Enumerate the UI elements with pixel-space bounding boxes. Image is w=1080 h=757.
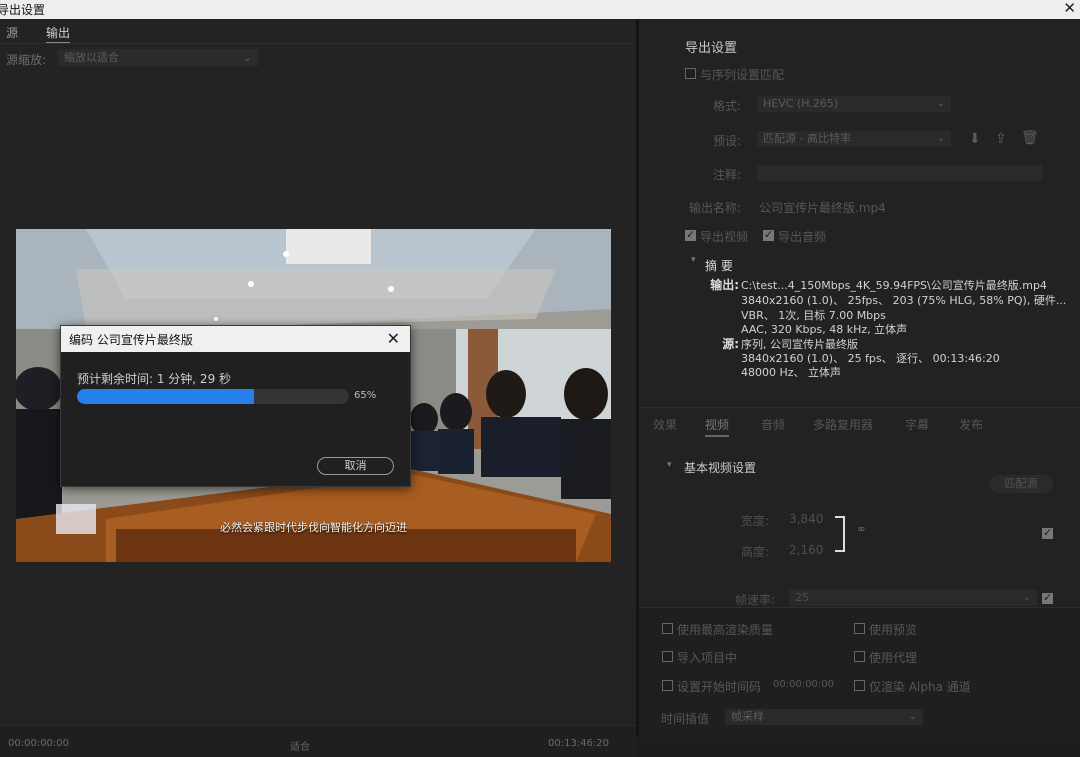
framerate-match-checkbox[interactable] — [1042, 591, 1053, 604]
remaining-time: 预计剩余时间: 1 分钟, 29 秒 — [77, 372, 232, 386]
match-sequence-checkbox[interactable] — [685, 68, 696, 79]
source-scaling-label: 源缩放: — [6, 53, 47, 67]
encoding-dialog: 编码 公司宣传片最终版 ✕ 预计剩余时间: 1 分钟, 29 秒 65% 取消 — [60, 325, 411, 487]
summary-output-label: 输出: — [710, 278, 739, 292]
time-interpolation-value: 帧采样 — [731, 710, 764, 723]
summary-collapse-icon[interactable]: ▾ — [691, 255, 696, 265]
comment-label: 注释: — [712, 168, 741, 182]
delete-preset-icon[interactable]: 🗑 — [1021, 130, 1039, 146]
progress-bar — [77, 389, 349, 404]
width-match-checkbox[interactable] — [1042, 526, 1053, 539]
basic-video-header: 基本视频设置 — [684, 461, 757, 475]
set-start-timecode-label: 设置开始时间码 — [677, 680, 762, 694]
preset-value: 匹配源 - 高比特率 — [763, 132, 851, 145]
chevron-down-icon: ⌄ — [1022, 592, 1031, 603]
tab-divider — [0, 43, 636, 44]
set-start-timecode-checkbox[interactable] — [662, 680, 673, 691]
preset-label: 预设: — [712, 134, 741, 148]
window-titlebar: 导出设置 ✕ — [0, 0, 1080, 19]
max-render-quality-checkbox[interactable] — [662, 623, 673, 634]
match-source-button[interactable]: 匹配源 — [989, 475, 1053, 493]
summary-header: 摘 要 — [705, 259, 733, 273]
format-select[interactable]: HEVC (H.265) ⌄ — [757, 96, 951, 112]
width-label: 宽度: — [740, 514, 769, 528]
progress-percent: 65% — [354, 390, 377, 401]
framerate-select[interactable]: 25 ⌄ — [789, 590, 1037, 606]
height-value[interactable]: 2,160 — [789, 543, 823, 557]
output-name-link[interactable]: 公司宣传片最终版.mp4 — [759, 199, 886, 216]
format-label: 格式: — [712, 99, 741, 113]
tab-publish[interactable]: 发布 — [959, 416, 983, 433]
tabs-divider — [639, 407, 1080, 408]
use-proxies-checkbox[interactable] — [854, 651, 865, 662]
chevron-down-icon: ⌄ — [936, 98, 945, 109]
close-icon[interactable]: ✕ — [1063, 0, 1076, 17]
framerate-label: 帧速率: — [734, 593, 775, 607]
aspect-link-bracket — [835, 516, 845, 552]
settings-pane: 导出设置 与序列设置匹配 格式: HEVC (H.265) ⌄ 预设: 匹配源 … — [639, 19, 1080, 738]
export-video-checkbox[interactable] — [685, 228, 696, 241]
export-settings-header: 导出设置 — [685, 41, 738, 56]
import-into-project-label: 导入项目中 — [677, 651, 738, 665]
match-sequence-label: 与序列设置匹配 — [700, 68, 785, 82]
framerate-value: 25 — [795, 591, 809, 604]
chevron-down-icon: ⌄ — [242, 51, 252, 64]
summary-output-line: C:\test...4_150Mbps_4K_59.94FPS\公司宣传片最终版… — [741, 279, 1047, 292]
cancel-button[interactable]: 取消 — [317, 457, 394, 475]
time-interpolation-label: 时间插值 — [661, 712, 710, 726]
tab-captions[interactable]: 字幕 — [905, 416, 929, 433]
summary-source-line: 48000 Hz、 立体声 — [741, 366, 842, 379]
tab-video[interactable]: 视频 — [705, 416, 730, 437]
summary-source-label: 源: — [722, 337, 739, 351]
close-icon[interactable]: ✕ — [387, 329, 400, 348]
tab-source[interactable]: 源 — [6, 24, 18, 41]
chevron-down-icon: ⌄ — [936, 133, 945, 144]
use-previews-label: 使用预览 — [869, 623, 918, 637]
dialog-titlebar: 编码 公司宣传片最终版 ✕ — [61, 326, 410, 352]
use-proxies-label: 使用代理 — [869, 651, 918, 665]
use-previews-checkbox[interactable] — [854, 623, 865, 634]
progress-fill — [77, 389, 254, 404]
source-scaling-select[interactable]: 缩放以适合 ⌄ — [58, 49, 258, 66]
max-render-quality-label: 使用最高渲染质量 — [677, 623, 774, 637]
export-video-label: 导出视频 — [700, 230, 749, 244]
dialog-title: 编码 公司宣传片最终版 — [69, 333, 193, 347]
import-preset-icon[interactable]: ⇪ — [995, 131, 1007, 147]
timecode-start[interactable]: 00:00:00:00 — [8, 738, 69, 749]
import-into-project-checkbox[interactable] — [662, 651, 673, 662]
fit-select[interactable]: 适合 — [290, 738, 310, 753]
timecode-end: 00:13:46:20 — [548, 738, 610, 749]
save-preset-icon[interactable]: ⬇ — [969, 131, 981, 147]
width-value[interactable]: 3,840 — [789, 512, 823, 526]
comment-input[interactable] — [757, 165, 1042, 181]
window-title: 导出设置 — [0, 3, 46, 17]
height-label: 高度: — [740, 545, 769, 559]
video-subtitle: 必然会紧跟时代步伐向智能化方向迈进 — [220, 521, 407, 534]
render-alpha-label: 仅渲染 Alpha 通道 — [869, 680, 971, 694]
export-audio-checkbox[interactable] — [763, 228, 774, 241]
summary-output-line: 3840x2160 (1.0)、 25fps、 203 (75% HLG, 58… — [741, 294, 1067, 307]
link-icon[interactable]: ∞ — [857, 524, 865, 535]
start-timecode-value[interactable]: 00:00:00:00 — [773, 679, 834, 690]
tab-audio[interactable]: 音频 — [761, 416, 785, 433]
chevron-down-icon: ⌄ — [908, 711, 917, 722]
preset-select[interactable]: 匹配源 - 高比特率 ⌄ — [757, 131, 951, 147]
export-audio-label: 导出音频 — [778, 230, 827, 244]
tab-multiplexer[interactable]: 多路复用器 — [813, 416, 873, 433]
output-name-label: 输出名称: — [688, 201, 741, 215]
summary-output-line: AAC, 320 Kbps, 48 kHz, 立体声 — [741, 323, 908, 336]
time-interpolation-select[interactable]: 帧采样 ⌄ — [725, 709, 923, 725]
format-value: HEVC (H.265) — [763, 97, 839, 110]
basic-video-collapse-icon[interactable]: ▾ — [667, 460, 672, 470]
source-scaling-value: 缩放以适合 — [64, 51, 119, 64]
timeline-bar: 00:00:00:00 适合 00:13:46:20 — [0, 725, 636, 757]
tab-output[interactable]: 输出 — [46, 24, 71, 44]
render-alpha-checkbox[interactable] — [854, 680, 865, 691]
tab-effects[interactable]: 效果 — [653, 416, 677, 433]
